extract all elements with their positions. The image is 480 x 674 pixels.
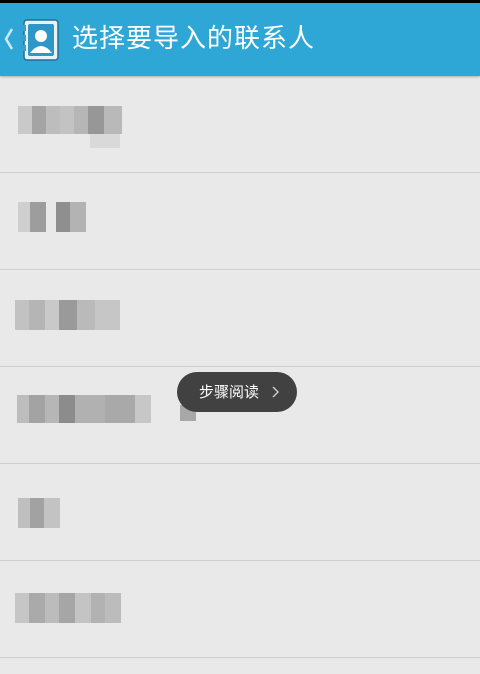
page-title: 选择要导入的联系人	[72, 24, 316, 54]
chevron-right-icon	[272, 386, 279, 398]
contact-list	[0, 76, 480, 658]
action-bar: 选择要导入的联系人	[0, 3, 480, 76]
back-chevron-icon[interactable]	[2, 21, 16, 57]
contact-row[interactable]	[0, 561, 480, 658]
step-read-label: 步骤阅读	[199, 383, 260, 401]
contact-row[interactable]	[0, 270, 480, 367]
contact-row[interactable]	[0, 173, 480, 270]
contact-row[interactable]	[0, 76, 480, 173]
step-read-button[interactable]: 步骤阅读	[177, 372, 297, 412]
contacts-icon[interactable]	[17, 17, 63, 63]
contact-row[interactable]	[0, 464, 480, 561]
